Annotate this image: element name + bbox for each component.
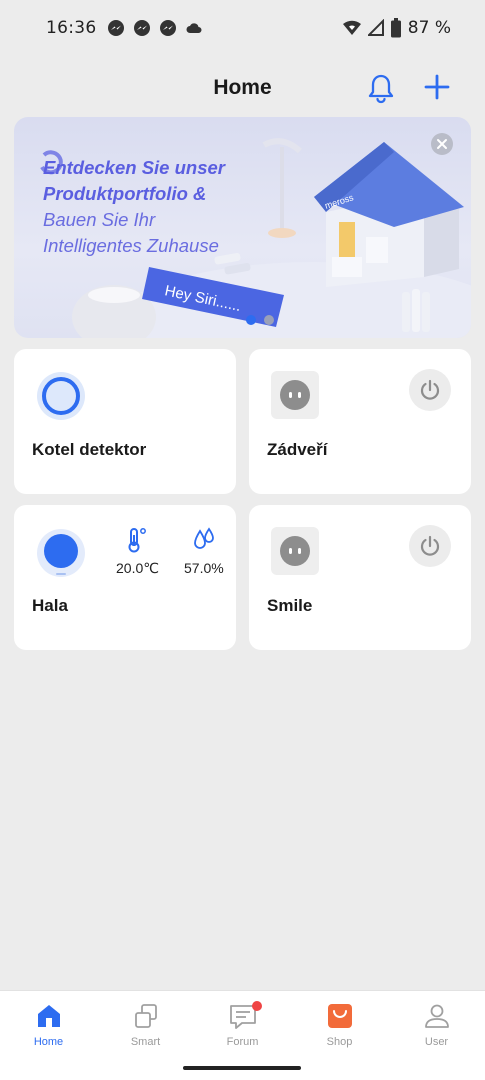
humidity-readout: 57.0%: [184, 527, 224, 576]
power-icon: [420, 379, 440, 400]
device-name: Hala: [32, 596, 68, 615]
page-title: Home: [213, 76, 272, 99]
device-name: Zádveří: [267, 440, 328, 459]
power-toggle-button[interactable]: [409, 369, 451, 411]
humidity-value: 57.0%: [184, 560, 224, 576]
wifi-icon: [342, 20, 361, 35]
nav-label: Smart: [130, 1036, 161, 1048]
device-card-smile[interactable]: Smile: [249, 505, 471, 650]
smoke-detector-icon: [37, 372, 85, 420]
app-header: Home: [0, 64, 485, 112]
smart-plug-icon: [271, 371, 319, 419]
notification-badge: [252, 1001, 262, 1011]
banner-text: Entdecken Sie unser Produktportfolio & B…: [43, 155, 273, 259]
nav-smart[interactable]: Smart: [97, 1001, 194, 1048]
banner-pagination: [246, 315, 274, 325]
close-icon: [437, 139, 447, 149]
messenger-icon: [107, 19, 125, 37]
thermometer-icon: [128, 528, 147, 553]
status-bar: 16:36 87 %: [0, 0, 485, 56]
nav-label: Shop: [326, 1036, 353, 1048]
shop-icon: [327, 1004, 352, 1028]
nav-home[interactable]: Home: [0, 1001, 97, 1048]
nav-label: Home: [33, 1036, 64, 1048]
nav-forum[interactable]: Forum: [194, 1001, 291, 1048]
smart-plug-icon: [271, 527, 319, 575]
close-banner-button[interactable]: [431, 133, 453, 155]
power-icon: [420, 535, 440, 556]
temperature-value: 20.0℃: [116, 560, 159, 576]
home-icon: [37, 1005, 60, 1027]
nav-label: User: [424, 1036, 449, 1048]
device-name: Kotel detektor: [32, 440, 147, 459]
smart-icon: [134, 1004, 157, 1028]
power-toggle-button[interactable]: [409, 525, 451, 567]
nav-user[interactable]: User: [388, 1001, 485, 1048]
notification-icons: [107, 19, 203, 37]
messenger-icon: [133, 19, 151, 37]
device-card-hala[interactable]: 20.0℃ 57.0% Hala: [14, 505, 236, 650]
home-indicator[interactable]: [183, 1066, 301, 1070]
user-icon: [424, 1004, 449, 1028]
device-card-zadveri[interactable]: Zádveří: [249, 349, 471, 494]
cloud-icon: [185, 19, 203, 37]
nav-label: Forum: [226, 1036, 259, 1048]
messenger-icon: [159, 19, 177, 37]
promo-banner[interactable]: meross Hey Siri...... Entdecken Sie unse…: [14, 117, 471, 338]
battery-icon: [390, 18, 401, 38]
banner-line-1: Entdecken Sie unser: [43, 157, 225, 178]
system-status: 87 %: [342, 18, 451, 38]
banner-line-3: Bauen Sie Ihr: [43, 209, 156, 230]
battery-percent: 87 %: [407, 18, 451, 38]
temperature-readout: 20.0℃: [116, 527, 159, 577]
page-dot[interactable]: [264, 315, 274, 325]
banner-line-4: Intelligentes Zuhause: [43, 235, 219, 256]
page-dot-active[interactable]: [246, 315, 256, 325]
device-name: Smile: [267, 596, 313, 615]
device-card-kotel-detektor[interactable]: Kotel detektor: [14, 349, 236, 494]
add-device-button[interactable]: [422, 72, 452, 102]
bell-icon[interactable]: [366, 72, 396, 104]
banner-line-2: Produktportfolio &: [43, 183, 207, 204]
nav-shop[interactable]: Shop: [291, 1001, 388, 1048]
humidity-icon: [193, 527, 214, 549]
status-time: 16:36: [46, 18, 97, 38]
signal-icon: [367, 19, 384, 36]
sensor-hub-icon: [37, 529, 85, 577]
